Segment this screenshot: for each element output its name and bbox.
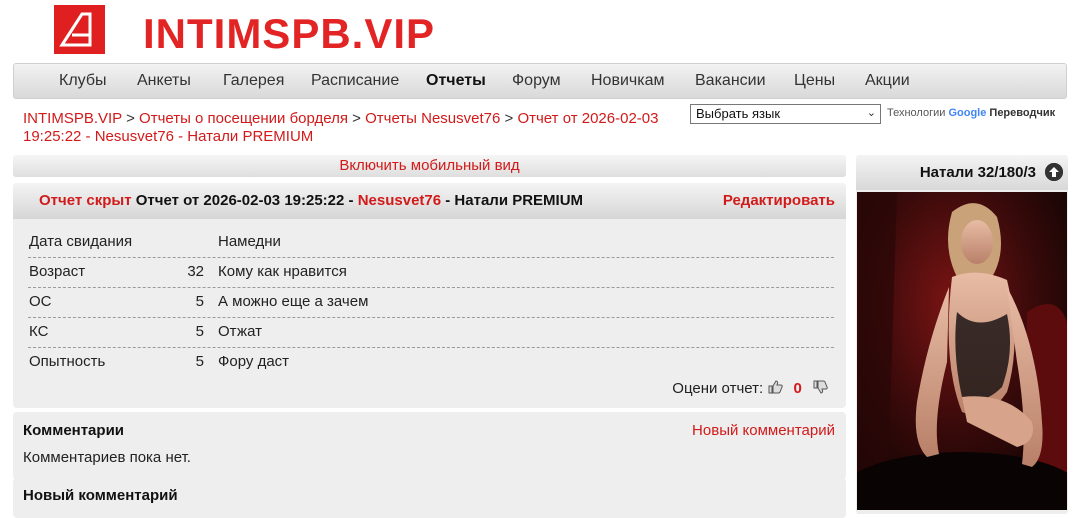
breadcrumb-home[interactable]: INTIMSPB.VIP [23,110,122,127]
new-comment-title: Новый комментарий [23,487,178,504]
new-comment-section: Новый комментарий [13,478,846,518]
profile-card: Натали 32/180/3 [856,155,1068,514]
report-header: Отчет скрыт Отчет от 2026-02-03 19:25:22… [13,183,846,219]
main-nav: Клубы Анкеты Галерея Расписание Отчеты Ф… [13,63,1067,99]
report-panel: Отчет скрыт Отчет от 2026-02-03 19:25:22… [13,183,846,408]
google-logo[interactable]: Google [948,107,986,119]
nav-item-vacancies[interactable]: Вакансии [695,72,766,90]
edit-report-link[interactable]: Редактировать [723,192,835,209]
nav-item-forum[interactable]: Форум [512,72,561,90]
row-value: Кому как нравится [218,263,347,280]
profile-header: Натали 32/180/3 [856,155,1068,190]
nav-item-prices[interactable]: Цены [794,72,835,90]
report-row: Опытность 5 Фору даст [28,348,834,377]
nav-item-promotions[interactable]: Акции [865,72,910,90]
translate-link[interactable]: Переводчик [989,107,1055,119]
thumb-up-icon[interactable] [767,379,784,395]
nav-item-reports[interactable]: Отчеты [426,72,486,90]
row-number: 5 [195,323,204,340]
nav-item-newcomers[interactable]: Новичкам [591,72,664,90]
mobile-view-bar: Включить мобильный вид [13,155,846,177]
language-select[interactable]: Выбрать язык ⌄ [690,104,881,124]
nav-item-clubs[interactable]: Клубы [59,72,107,90]
row-value: А можно еще а зачем [218,293,369,310]
row-label: Возраст [29,263,86,280]
breadcrumb-author-reports[interactable]: Отчеты Nesusvet76 [365,110,500,127]
rate-count: 0 [793,380,802,397]
report-title-prefix: Отчет от 2026-02-03 19:25:22 - [135,192,354,209]
row-value: Намедни [218,233,281,250]
google-translate-credit: Технологии Google Переводчик [887,107,1055,119]
report-title-suffix: - Натали PREMIUM [445,192,584,209]
breadcrumb: INTIMSPB.VIP > Отчеты о посещении бордел… [23,110,663,146]
row-value: Фору даст [218,353,290,370]
logo-icon[interactable] [54,5,105,54]
report-row: Дата свидания Намедни [28,228,834,258]
comments-empty-text: Комментариев пока нет. [23,449,191,466]
chevron-down-icon: ⌄ [866,107,876,119]
breadcrumb-separator: > [126,110,135,127]
row-number: 5 [195,293,204,310]
nav-item-profiles[interactable]: Анкеты [137,72,191,90]
arrow-up-circle-icon[interactable] [1045,163,1063,181]
breadcrumb-separator: > [504,110,514,127]
report-title: Отчет скрыт Отчет от 2026-02-03 19:25:22… [39,192,583,209]
comments-title: Комментарии [23,422,125,439]
row-label: Опытность [29,353,106,370]
new-comment-link[interactable]: Новый комментарий [692,422,835,439]
row-label: КС [29,323,49,340]
report-row: КС 5 Отжат [28,318,834,348]
nav-item-gallery[interactable]: Галерея [223,72,284,90]
nav-item-schedule[interactable]: Расписание [311,72,399,90]
thumb-down-icon[interactable] [812,379,828,395]
profile-title[interactable]: Натали 32/180/3 [920,164,1036,181]
row-label: Дата свидания [29,233,133,250]
report-author-link[interactable]: Nesusvet76 [358,192,441,209]
report-row: ОС 5 А можно еще а зачем [28,288,834,318]
site-title[interactable]: INTIMSPB.VIP [143,10,435,58]
profile-photo[interactable] [857,192,1067,510]
report-row: Возраст 32 Кому как нравится [28,258,834,288]
breadcrumb-separator: > [352,110,361,127]
report-hidden-label: Отчет скрыт [39,192,132,209]
translate-tech-label: Технологии [887,107,946,119]
language-select-value: Выбрать язык [696,106,781,121]
rate-label: Оцени отчет: [672,380,764,397]
row-value: Отжат [218,323,262,340]
mobile-view-link[interactable]: Включить мобильный вид [339,157,519,174]
comments-section: Комментарии Новый комментарий Комментари… [13,412,846,480]
rate-report: Оцени отчет: 0 [672,379,828,397]
row-number: 5 [195,353,204,370]
breadcrumb-reports-section[interactable]: Отчеты о посещении борделя [139,110,348,127]
row-label: ОС [29,293,52,310]
row-number: 32 [187,263,204,280]
